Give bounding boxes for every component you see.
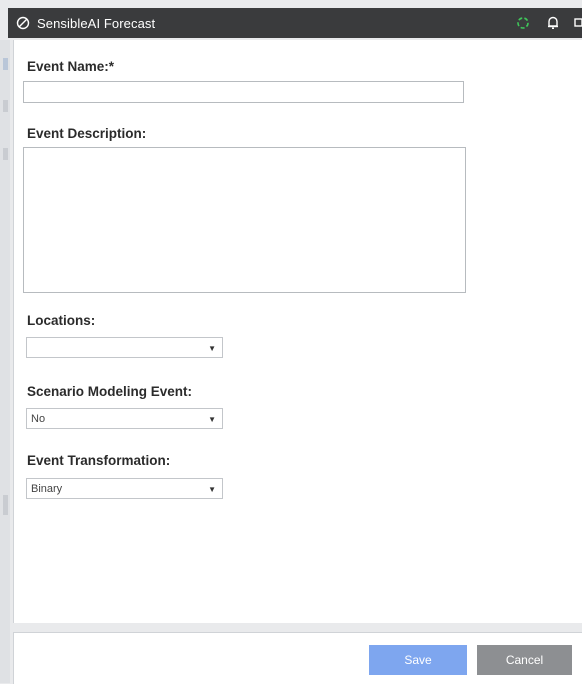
caret-down-icon: ▼ (208, 485, 216, 494)
event-form-dialog: Event Name:* Event Description: Location… (13, 40, 582, 623)
event-description-textarea[interactable] (23, 147, 466, 293)
background-marker (3, 148, 8, 160)
scenario-modeling-event-label: Scenario Modeling Event: (27, 384, 193, 399)
background-marker (3, 100, 8, 112)
event-name-input[interactable] (23, 81, 464, 103)
scenario-modeling-event-dropdown[interactable]: No ▼ (26, 408, 223, 429)
event-name-label: Event Name:* (27, 59, 115, 74)
transformation-selected-value: Binary (31, 482, 63, 495)
caret-down-icon: ▼ (208, 415, 216, 424)
refresh-icon[interactable] (514, 14, 532, 32)
save-button[interactable]: Save (369, 645, 467, 675)
notification-bell-icon[interactable] (544, 14, 562, 32)
background-marker (3, 495, 8, 515)
app-logo-icon (13, 13, 33, 33)
locations-label: Locations: (27, 313, 96, 328)
cancel-button[interactable]: Cancel (477, 645, 572, 675)
window-icon[interactable] (574, 14, 582, 32)
scenario-selected-value: No (31, 412, 46, 425)
dialog-footer: Save Cancel (13, 632, 582, 684)
background-app-edge (0, 40, 10, 683)
app-title: SensibleAI Forecast (37, 15, 156, 31)
background-marker (3, 58, 8, 70)
event-description-label: Event Description: (27, 126, 147, 141)
caret-down-icon: ▼ (208, 344, 216, 353)
event-transformation-label: Event Transformation: (27, 453, 171, 468)
title-bar: SensibleAI Forecast (8, 8, 582, 38)
event-transformation-dropdown[interactable]: Binary ▼ (26, 478, 223, 499)
locations-dropdown[interactable]: ▼ (26, 337, 223, 358)
